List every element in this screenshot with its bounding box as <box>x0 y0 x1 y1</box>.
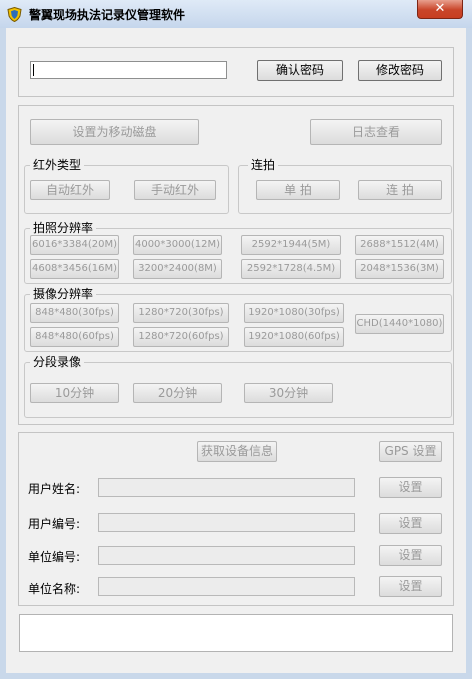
video-res-option[interactable]: 1280*720(30fps) <box>133 303 229 323</box>
video-res-option[interactable]: 848*480(60fps) <box>30 327 119 347</box>
video-res-option[interactable]: 1920*1080(30fps) <box>244 303 344 323</box>
video-resolution-title: 摄像分辨率 <box>30 287 97 301</box>
burst-group-title: 连拍 <box>248 158 279 172</box>
gps-settings-button[interactable]: GPS 设置 <box>379 441 442 462</box>
user-id-label: 用户编号: <box>28 517 81 531</box>
change-password-button[interactable]: 修改密码 <box>358 60 442 81</box>
view-log-button[interactable]: 日志查看 <box>310 119 442 145</box>
user-name-field[interactable] <box>98 478 355 497</box>
photo-res-option[interactable]: 3200*2400(8M) <box>133 259 222 279</box>
video-res-option[interactable]: CHD(1440*1080) <box>355 314 444 334</box>
unit-id-label: 单位编号: <box>28 550 81 564</box>
segment-30min-button[interactable]: 30分钟 <box>244 383 333 403</box>
photo-resolution-title: 拍照分辨率 <box>30 221 97 235</box>
segment-recording-title: 分段录像 <box>30 355 85 369</box>
photo-res-option[interactable]: 6016*3384(20M) <box>30 235 119 255</box>
text-caret <box>33 64 34 76</box>
set-unit-id-button[interactable]: 设置 <box>379 545 442 566</box>
shield-badge-icon <box>7 7 22 22</box>
unit-name-field[interactable] <box>98 577 355 596</box>
user-name-label: 用户姓名: <box>28 482 81 496</box>
title-bar: 警翼现场执法记录仪管理软件 ✕ <box>0 0 472 29</box>
set-usb-disk-button[interactable]: 设置为移动磁盘 <box>30 119 199 145</box>
photo-res-option[interactable]: 2048*1536(3M) <box>355 259 444 279</box>
user-id-field[interactable] <box>98 513 355 532</box>
photo-res-option[interactable]: 2592*1944(5M) <box>241 235 341 255</box>
unit-id-field[interactable] <box>98 546 355 565</box>
window-frame-right <box>466 28 472 679</box>
video-res-option[interactable]: 1920*1080(60fps) <box>244 327 344 347</box>
photo-res-option[interactable]: 4000*3000(12M) <box>133 235 222 255</box>
password-input[interactable] <box>30 61 227 79</box>
photo-res-option[interactable]: 4608*3456(16M) <box>30 259 119 279</box>
video-res-option[interactable]: 848*480(30fps) <box>30 303 119 323</box>
set-user-id-button[interactable]: 设置 <box>379 513 442 534</box>
auto-infrared-button[interactable]: 自动红外 <box>30 180 110 200</box>
close-button[interactable]: ✕ <box>417 0 463 19</box>
status-output-box <box>19 614 453 652</box>
segment-20min-button[interactable]: 20分钟 <box>133 383 222 403</box>
single-shot-button[interactable]: 单 拍 <box>256 180 340 200</box>
segment-10min-button[interactable]: 10分钟 <box>30 383 119 403</box>
window-title: 警翼现场执法记录仪管理软件 <box>29 8 186 22</box>
video-res-option[interactable]: 1280*720(60fps) <box>133 327 229 347</box>
close-icon: ✕ <box>434 1 446 16</box>
photo-res-option[interactable]: 2688*1512(4M) <box>355 235 444 255</box>
continuous-shot-button[interactable]: 连 拍 <box>358 180 442 200</box>
set-user-name-button[interactable]: 设置 <box>379 477 442 498</box>
get-device-info-button[interactable]: 获取设备信息 <box>197 441 277 462</box>
infrared-group-title: 红外类型 <box>30 158 85 172</box>
confirm-password-button[interactable]: 确认密码 <box>257 60 343 81</box>
photo-res-option[interactable]: 2592*1728(4.5M) <box>241 259 341 279</box>
unit-name-label: 单位名称: <box>28 582 81 596</box>
set-unit-name-button[interactable]: 设置 <box>379 576 442 597</box>
window-frame-bottom <box>0 673 472 679</box>
manual-infrared-button[interactable]: 手动红外 <box>134 180 216 200</box>
